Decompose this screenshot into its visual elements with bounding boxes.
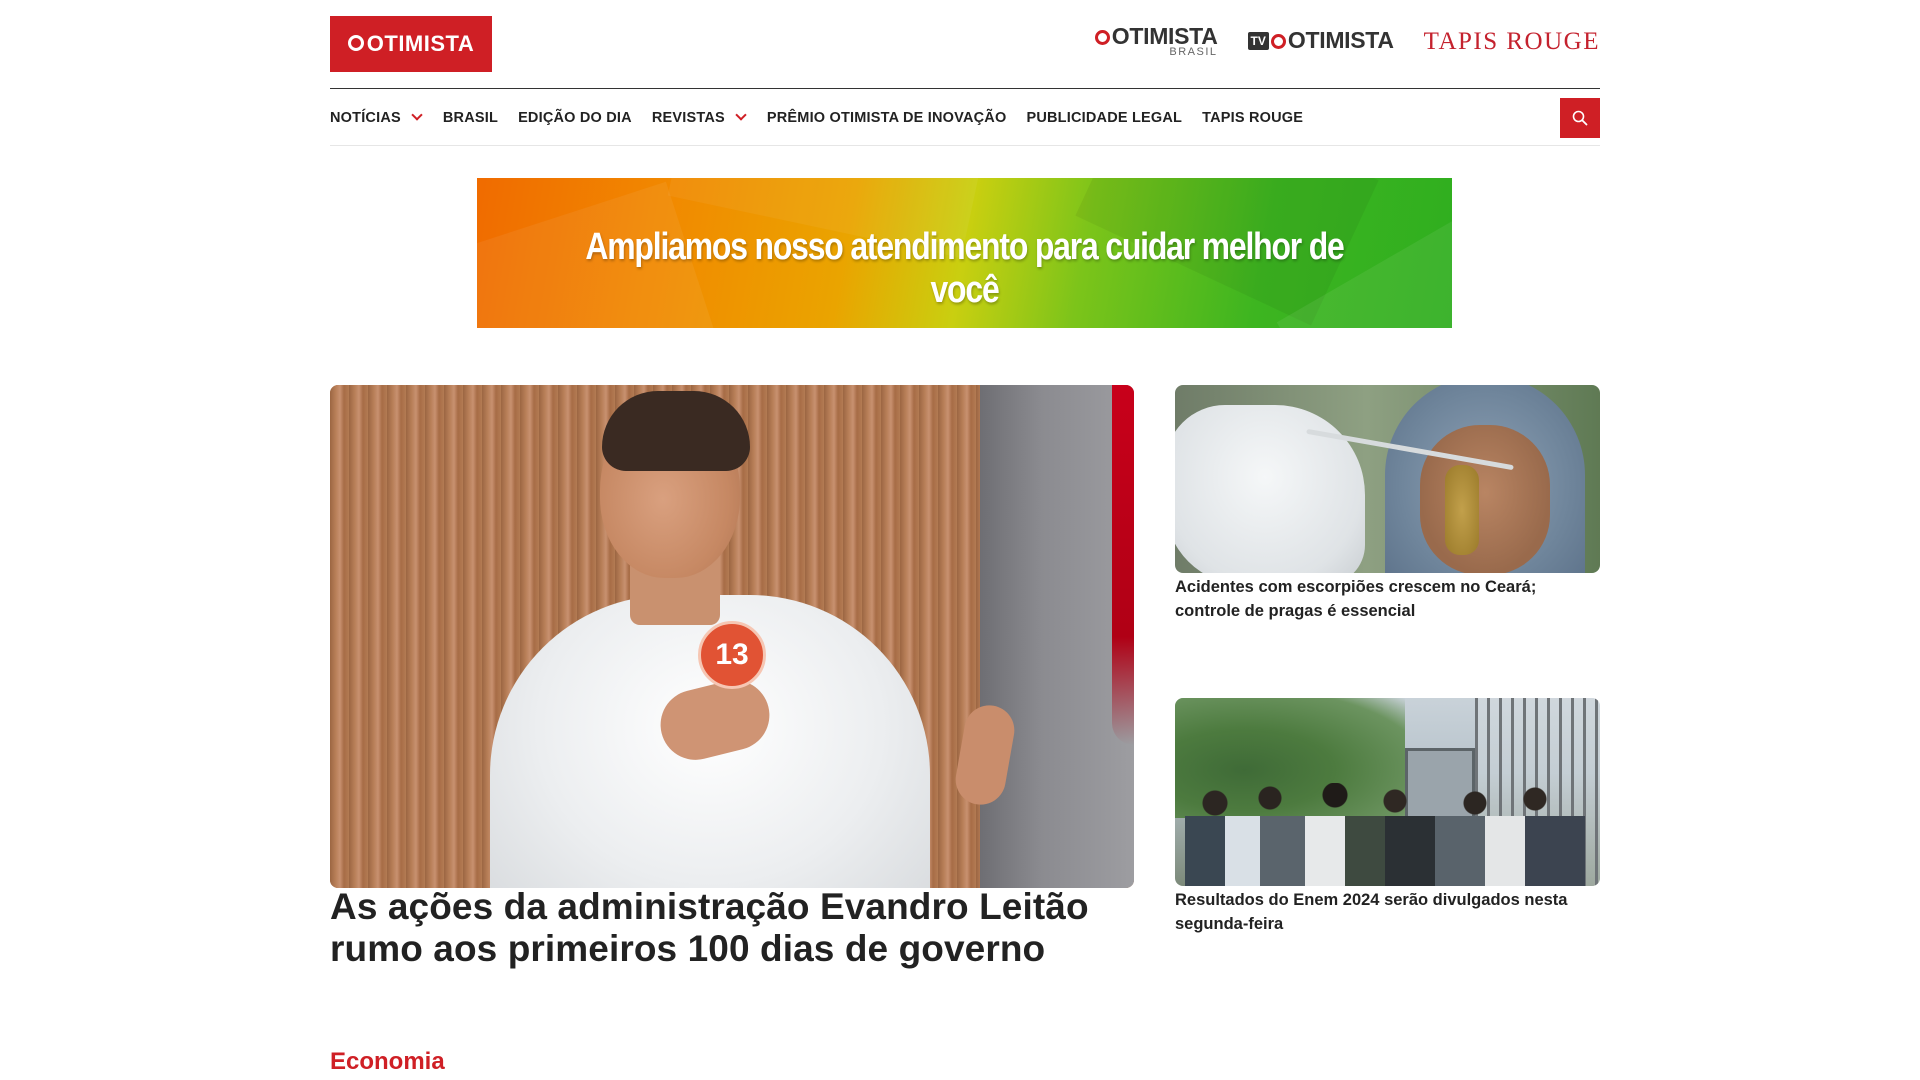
brand-tv-otimista-link[interactable]: TV OTIMISTA [1247, 27, 1394, 54]
feature-image-red-accent [1112, 385, 1134, 745]
chevron-down-icon [735, 109, 747, 121]
site-logo[interactable]: OTIMISTA [330, 16, 492, 72]
side-article-title-link[interactable]: Acidentes com escorpiões crescem no Cear… [1175, 575, 1600, 623]
feature-image-hair [602, 391, 750, 471]
brand-links: OTIMISTA BRASIL TV OTIMISTA TAPIS ROUGE [1094, 24, 1600, 68]
campaign-badge: 13 [698, 621, 766, 689]
search-icon [1572, 110, 1588, 126]
side-article-card: Acidentes com escorpiões crescem no Cear… [1175, 385, 1600, 623]
nav-item-noticias[interactable]: NOTÍCIAS [330, 109, 423, 126]
search-button[interactable] [1560, 98, 1600, 138]
feature-image[interactable]: 13 [330, 385, 1134, 888]
nav-item-tapis-rouge[interactable]: TAPIS ROUGE [1202, 110, 1303, 126]
ad-banner[interactable]: Ampliamos nosso atendimento para cuidar … [477, 178, 1452, 328]
brand-tv-otimista-main: OTIMISTA [1270, 27, 1394, 54]
side-article-image[interactable] [1175, 698, 1600, 886]
nav-item-publicidade-legal[interactable]: PUBLICIDADE LEGAL [1026, 110, 1182, 126]
scorpion-icon [1445, 465, 1479, 555]
image-face [1420, 425, 1550, 573]
main-nav: NOTÍCIAS BRASIL EDIÇÃO DO DIA REVISTAS P… [330, 98, 1600, 138]
feature-headline-link[interactable]: As ações da administração Evandro Leitão… [330, 886, 1140, 970]
banner-text: Ampliamos nosso atendimento para cuidar … [585, 226, 1344, 311]
image-glove [1175, 405, 1365, 573]
chevron-down-icon [411, 109, 423, 121]
nav-item-premio-otimista[interactable]: PRÊMIO OTIMISTA DE INOVAÇÃO [767, 110, 1007, 126]
side-article-image[interactable] [1175, 385, 1600, 573]
nav-list: NOTÍCIAS BRASIL EDIÇÃO DO DIA REVISTAS P… [330, 98, 1600, 138]
brand-tv-otimista-text: OTIMISTA [1287, 27, 1394, 53]
nav-item-brasil[interactable]: BRASIL [443, 110, 498, 126]
red-o-icon [1094, 30, 1110, 45]
nav-item-label: REVISTAS [651, 110, 725, 126]
site-header: OTIMISTA OTIMISTA BRASIL TV OTIMISTA TAP… [330, 16, 1600, 88]
nav-item-label: EDIÇÃO DO DIA [518, 110, 632, 126]
nav-divider [330, 145, 1600, 146]
brand-otimista-brasil-main: OTIMISTA [1094, 24, 1218, 48]
brand-otimista-brasil-sub: BRASIL [1169, 46, 1218, 58]
side-article-card: Resultados do Enem 2024 serão divulgados… [1175, 698, 1600, 936]
nav-item-label: PUBLICIDADE LEGAL [1026, 110, 1183, 126]
brand-tapis-rouge-link[interactable]: TAPIS ROUGE [1424, 28, 1600, 56]
section-heading-economia[interactable]: Economia [330, 1048, 445, 1076]
red-o-icon [1270, 34, 1286, 49]
nav-item-revistas[interactable]: REVISTAS [651, 109, 747, 126]
feature-image-wall [980, 385, 1134, 888]
logo-o-mark-icon [347, 35, 364, 51]
nav-item-label: PRÊMIO OTIMISTA DE INOVAÇÃO [766, 110, 1007, 126]
brand-otimista-brasil-link[interactable]: OTIMISTA BRASIL [1094, 24, 1218, 58]
nav-item-label: BRASIL [442, 110, 499, 126]
nav-item-edicao-do-dia[interactable]: EDIÇÃO DO DIA [518, 110, 632, 126]
tv-box-icon: TV [1247, 31, 1269, 50]
image-crowd [1185, 783, 1585, 886]
header-divider [330, 88, 1600, 89]
side-article-title-link[interactable]: Resultados do Enem 2024 serão divulgados… [1175, 888, 1600, 936]
logo-text: OTIMISTA [366, 31, 475, 56]
nav-item-label: TAPIS ROUGE [1202, 110, 1304, 126]
nav-item-label: NOTÍCIAS [330, 110, 401, 126]
